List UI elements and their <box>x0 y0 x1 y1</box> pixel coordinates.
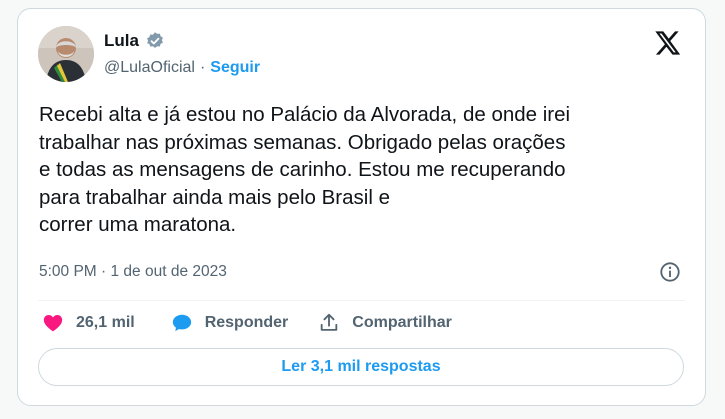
tweet-timestamp[interactable]: 5:00 PM · 1 de out de 2023 <box>39 263 227 281</box>
author-name-row: Lula <box>104 31 165 51</box>
follow-button[interactable]: Seguir <box>210 59 260 77</box>
read-replies-button[interactable]: Ler 3,1 mil respostas <box>38 348 684 386</box>
like-button[interactable]: 26,1 mil <box>42 312 135 334</box>
reply-label: Responder <box>204 314 289 331</box>
like-count: 26,1 mil <box>76 314 135 331</box>
author-handle[interactable]: @LulaOficial <box>104 59 195 77</box>
read-replies-label: Ler 3,1 mil respostas <box>281 358 441 375</box>
info-icon[interactable] <box>659 261 681 283</box>
verified-badge-icon <box>147 32 163 48</box>
reply-button[interactable]: Responder <box>171 312 289 334</box>
heart-icon <box>43 315 63 332</box>
divider <box>38 300 685 301</box>
share-icon <box>321 313 338 331</box>
tweet-card: Lula @LulaOficial · Seguir Recebi alta e… <box>17 8 706 406</box>
author-name[interactable]: Lula <box>104 31 139 51</box>
handle-row: @LulaOficial · Seguir <box>104 59 260 77</box>
author-avatar[interactable] <box>38 26 94 82</box>
share-button[interactable]: Compartilhar <box>318 312 452 334</box>
x-logo-icon[interactable] <box>653 29 681 57</box>
tweet-text: Recebi alta e já estou no Palácio da Alv… <box>39 103 571 236</box>
separator-dot: · <box>199 59 206 76</box>
share-label: Compartilhar <box>352 314 452 331</box>
action-bar: 26,1 mil Responder Compartilhar <box>42 312 452 334</box>
speech-bubble-icon <box>172 314 191 332</box>
